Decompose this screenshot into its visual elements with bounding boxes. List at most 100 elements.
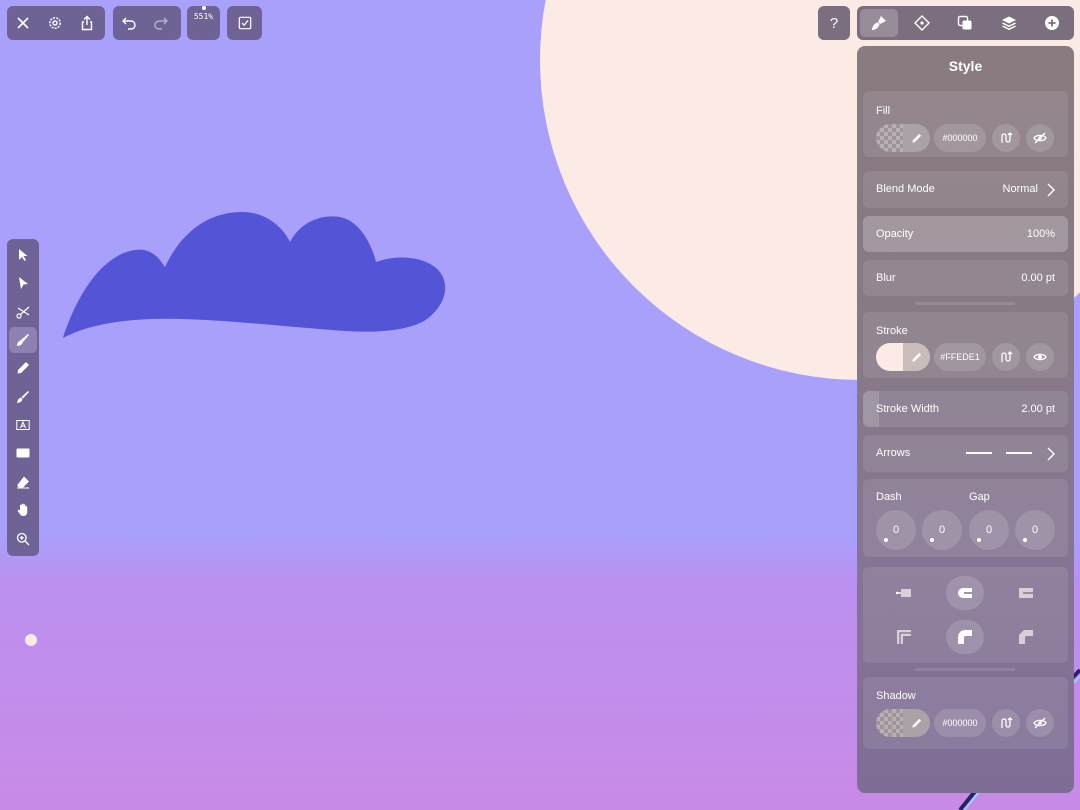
tools-palette (7, 239, 39, 556)
cloud-shape[interactable] (55, 205, 455, 345)
hand-tool[interactable] (9, 497, 37, 523)
blend-mode-label: Blend Mode (876, 183, 935, 195)
shadow-visibility-toggle[interactable] (1026, 709, 1054, 737)
stroke-visibility-toggle[interactable] (1026, 343, 1054, 371)
arrow-start-preview (966, 452, 992, 454)
dash-label: Dash (876, 491, 902, 503)
fill-color-swatch[interactable] (876, 124, 930, 152)
share-icon (81, 15, 93, 31)
pencil-icon (17, 362, 29, 374)
question-mark-icon: ? (829, 14, 839, 32)
gap-value-1: 0 (938, 524, 946, 536)
settings-button[interactable] (39, 6, 71, 40)
dash-knob-1[interactable]: 0 (876, 510, 916, 550)
eyedropper-icon[interactable] (903, 709, 930, 737)
opacity-value: 100% (1026, 228, 1055, 240)
zoom-button[interactable]: 551% (187, 6, 220, 40)
fill-hex-field[interactable]: #000000 (934, 124, 986, 152)
share-button[interactable] (71, 6, 103, 40)
select-mode-button[interactable] (227, 6, 262, 40)
section-divider (915, 668, 1015, 671)
arrows-label: Arrows (876, 447, 911, 459)
tab-layers[interactable] (990, 9, 1028, 37)
stroke-section: Stroke #FFEDE1 (863, 312, 1068, 378)
opacity-slider[interactable]: Opacity 100% (863, 216, 1068, 252)
zoom-label: 551% (193, 12, 214, 21)
eye-icon (1033, 353, 1047, 361)
select-tool[interactable] (9, 242, 37, 268)
help-button[interactable]: ? (818, 6, 850, 40)
round-join-icon (958, 630, 972, 644)
scissors-tool[interactable] (9, 299, 37, 325)
knob-dot (977, 538, 981, 542)
gap-value-2: 0 (1031, 524, 1039, 536)
gradient-swap-icon (1001, 351, 1013, 362)
close-button[interactable] (7, 6, 39, 40)
square-cap-button[interactable] (1007, 576, 1045, 610)
magnifier-icon (16, 532, 30, 546)
tab-nodes[interactable] (903, 9, 941, 37)
tab-style[interactable] (859, 9, 898, 37)
gradient-swap-icon (1001, 717, 1013, 728)
fill-visibility-toggle[interactable] (1026, 124, 1054, 152)
blur-value: 0.00 pt (1021, 272, 1055, 284)
dash-knob-2[interactable]: 0 (969, 510, 1009, 550)
redo-icon (154, 17, 168, 30)
arrow-pointer-icon (19, 249, 28, 261)
zoom-tool[interactable] (9, 526, 37, 552)
solid-pointer-icon (19, 277, 28, 289)
bevel-join-icon (1019, 630, 1033, 644)
shadow-gradient-button[interactable] (992, 709, 1020, 737)
redo-button[interactable] (145, 6, 177, 40)
caps-joins-section (863, 567, 1068, 663)
miter-join-button[interactable] (885, 620, 923, 654)
pen-tool[interactable] (9, 327, 37, 353)
eye-slash-icon (1033, 132, 1047, 144)
round-join-button[interactable] (946, 620, 984, 654)
gap-knob-1[interactable]: 0 (922, 510, 962, 550)
pen-nib-icon (17, 334, 29, 346)
undo-button[interactable] (113, 6, 145, 40)
tab-arrange[interactable] (946, 9, 984, 37)
undo-icon (122, 17, 136, 30)
shape-tool[interactable] (9, 440, 37, 466)
blur-slider[interactable]: Blur 0.00 pt (863, 260, 1068, 296)
butt-cap-button[interactable] (885, 576, 923, 610)
bevel-join-button[interactable] (1007, 620, 1045, 654)
shadow-color-swatch[interactable] (876, 709, 930, 737)
pencil-tool[interactable] (9, 355, 37, 381)
transparent-swatch (876, 709, 903, 737)
small-circle-shape[interactable] (25, 634, 37, 646)
round-cap-button[interactable] (946, 576, 984, 610)
direct-select-tool[interactable] (9, 270, 37, 296)
stroke-gradient-button[interactable] (992, 343, 1020, 371)
brush-tool[interactable] (9, 384, 37, 410)
section-divider (915, 302, 1015, 305)
square-cap-icon (1019, 588, 1033, 598)
stroke-width-slider[interactable]: Stroke Width 2.00 pt (863, 391, 1068, 427)
blend-mode-row[interactable]: Blend Mode Normal (863, 171, 1068, 208)
eyedropper-icon[interactable] (903, 343, 930, 371)
fill-gradient-button[interactable] (992, 124, 1020, 152)
shadow-hex-field[interactable]: #000000 (934, 709, 986, 737)
knob-dot (1023, 538, 1027, 542)
knob-dot (884, 538, 888, 542)
knob-dot (930, 538, 934, 542)
gear-icon (49, 17, 61, 29)
inspector-tabs (857, 6, 1074, 40)
gap-knob-2[interactable]: 0 (1015, 510, 1055, 550)
zoom-indicator-dot (201, 6, 206, 10)
stroke-color-swatch[interactable] (876, 343, 930, 371)
close-icon (17, 17, 29, 29)
eyedropper-icon[interactable] (903, 124, 930, 152)
text-tool[interactable] (9, 412, 37, 438)
stroke-hex-field[interactable]: #FFEDE1 (934, 343, 986, 371)
document-toolbar (7, 6, 105, 40)
gradient-swap-icon (1001, 132, 1013, 143)
eye-slash-icon (1033, 717, 1047, 729)
eraser-tool[interactable] (9, 469, 37, 495)
arrows-row[interactable]: Arrows (863, 435, 1068, 472)
miter-join-icon (897, 630, 911, 644)
opacity-label: Opacity (876, 228, 914, 240)
tab-add[interactable] (1033, 9, 1071, 37)
